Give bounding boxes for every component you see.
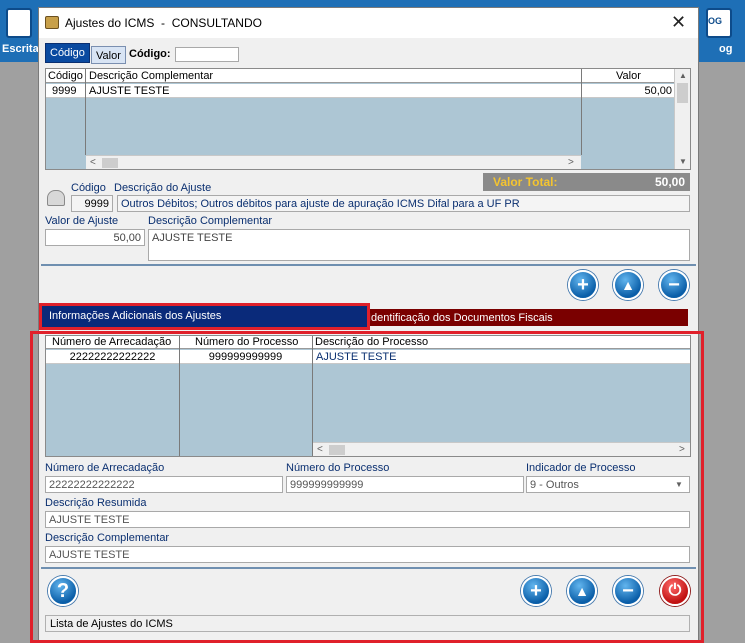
add-ajuste-button[interactable]: + [568,270,598,300]
cell-codigo: 9999 [52,85,77,97]
tab-informacoes-adicionais[interactable]: Informações Adicionais dos Ajustes [42,306,367,327]
column-divider [581,69,582,155]
ajustes-icms-window: Ajustes do ICMS - CONSULTANDO ✕ Código V… [30,7,704,643]
scroll-thumb[interactable] [102,158,118,168]
ajustes-grid[interactable]: Código Descrição Complementar Valor 9999… [45,68,691,170]
valor-ajuste-field[interactable]: 50,00 [45,229,145,246]
cell-descricao: AJUSTE TESTE [89,85,170,97]
cell-valor: 50,00 [644,85,672,97]
tab-valor[interactable]: Valor [91,46,126,64]
codigo-field[interactable]: 9999 [71,195,113,212]
lock-icon [47,190,65,206]
scroll-right-icon[interactable]: > [568,157,574,168]
table-row[interactable]: 9999 AJUSTE TESTE 50,00 [46,84,674,98]
scroll-up-icon[interactable]: ▲ [679,71,687,80]
tab-identificacao-label: Identificação dos Documentos Fiscais [368,312,553,324]
ajustes-grid-header: Código Descrição Complementar Valor [46,69,674,83]
desc-comp-label: Descrição Complementar [148,215,273,227]
valor-ajuste-label: Valor de Ajuste [45,215,119,227]
title-bar: Ajustes do ICMS - CONSULTANDO ✕ [39,8,698,38]
desc-comp-field[interactable]: AJUSTE TESTE [148,229,690,261]
descricao-ajuste-label: Descrição do Ajuste [114,182,212,194]
search-codigo-label: Código: [129,48,171,60]
descricao-ajuste-field[interactable]: Outros Débitos; Outros débitos para ajus… [117,195,690,212]
scroll-thumb[interactable] [677,83,688,103]
log-app-label: og [719,43,733,55]
separator [41,264,696,266]
horizontal-scrollbar[interactable]: < > [86,155,581,169]
app-icon [45,16,59,29]
tab-informacoes-label: Informações Adicionais dos Ajustes [49,310,222,322]
scroll-down-icon[interactable]: ▼ [679,157,687,166]
close-icon[interactable]: ✕ [671,12,686,33]
vertical-scrollbar[interactable]: ▲ ▼ [674,69,690,169]
valor-total-label: Valor Total: [493,175,558,189]
up-button[interactable]: ▲ [613,270,643,300]
highlight-box-section [30,331,704,643]
col-codigo[interactable]: Código [48,70,83,82]
log-app-icon-text: OG [708,16,723,26]
valor-total-box: Valor Total: 50,00 [483,173,690,191]
escrita-app-icon[interactable] [6,8,32,38]
col-valor[interactable]: Valor [616,70,641,82]
remove-ajuste-button[interactable]: − [659,270,689,300]
codigo-label: Código [71,182,106,194]
column-divider [85,69,86,155]
escrita-app-label: Escrita [2,43,39,55]
search-codigo-input[interactable] [175,47,239,62]
col-descricao[interactable]: Descrição Complementar [89,70,213,82]
valor-total-value: 50,00 [654,175,685,189]
window-title: Ajustes do ICMS - CONSULTANDO [65,16,262,30]
tab-codigo[interactable]: Código [45,43,90,63]
scroll-left-icon[interactable]: < [90,157,96,168]
